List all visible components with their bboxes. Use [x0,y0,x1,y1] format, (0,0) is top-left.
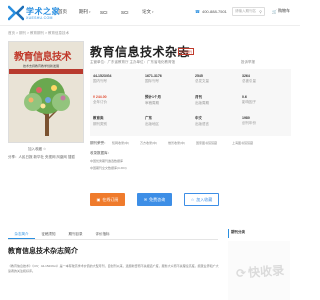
tab-intro[interactable]: 杂志简介 [8,229,35,239]
info-cell: 0.6 影响因子 [242,95,256,104]
info-cell: 2545 总发文量 [195,74,209,83]
watermark: ⟳ 快收录 [235,263,285,281]
logo-subtext: XUESHU.COM [26,16,53,20]
info-cell: 中文 出版语言 [195,116,209,126]
chat-icon: ✉ [143,197,148,202]
content-tabs: 杂志简介 征稿须知 期刊目录 评价指标 [8,229,218,240]
databases-label: 收录数据库： [90,151,111,155]
add-favorite-link[interactable]: 加入收藏 ☆ [28,147,46,152]
report-link[interactable]: 投诉举报 [241,60,255,65]
search-icon[interactable]: ⚲ [259,10,262,14]
cover-band [9,69,83,74]
tab-submission[interactable]: 征稿须知 [35,229,62,239]
nav-item-papers[interactable]: 论文 ▾ [142,9,163,15]
info-cell: 1980 创刊年份 [242,116,256,125]
journal-title: 教育信息技术杂志 [90,45,191,59]
database-item: 中国优秀期刊遴选数据库 [90,159,124,163]
honor-item: 万方收录(中) [140,141,157,145]
info-cell: 1671-3176 国际刊号 [145,74,162,83]
cover-subtitle: 技术支持教育教学创新发展 [23,64,60,68]
intro-text: 《教育信息技术》（CN：44-1523/G4）是一本有较高学术价值的大型月刊，自… [8,264,219,273]
journal-info-grid: 44-1523/G4 国内刊号 1671-3176 国际刊号 2545 总发文量 32… [90,69,291,136]
tab-catalog[interactable]: 期刊目录 [62,229,89,239]
consult-button[interactable]: ✉ 免费咨询 [137,193,172,206]
breadcrumb: 首页 > 期刊 > 教育期刊 > 教育信息技术 [8,31,69,35]
nav-item-journals[interactable]: 期刊 ▾ [79,9,100,15]
cover-tree-image [24,78,70,136]
info-cell: 预计1个月 审稿周期 [145,95,161,105]
search-input[interactable]: 请输入期刊名 ⚲ [232,7,265,16]
nav-item-sci[interactable]: SCI [100,9,121,15]
cart-link[interactable]: 🛒 购物车 [272,8,290,14]
honor-item: 维普收录(中) [168,141,185,145]
star-icon: ☆ [190,197,195,202]
honors-label: 期刊荣誉： [90,141,108,145]
info-cell: 教育类 期刊类别 [93,116,107,126]
cover-title: 教育信息技术 [14,52,72,63]
honor-item: 国家图书馆馆藏 [196,141,218,145]
database-item: 中国期刊全文数据库(CJFD) [90,166,127,170]
subscribe-button[interactable]: ▣ 在线订阅 [90,193,125,206]
info-cell: 44-1523/G4 国内刊号 [93,74,112,83]
honor-item: 知网收录(中) [112,141,129,145]
share-links[interactable]: 分享：人民日报 新华社 央视网 凤凰网 搜狐 [8,155,86,160]
honor-item: 上海图书馆馆藏 [232,141,254,145]
chevron-down-icon: ▾ [89,10,91,14]
nav-item-sci-2[interactable]: SCI [121,9,142,15]
top-header: 学术之家 XUESHU.COM 首页 期刊 ▾ SCI SCI 论文 ▾ ☎ 400… [0,0,300,26]
sidebar-title: 期刊分类 [228,229,290,238]
journal-cover: 教育信息技术 技术支持教育教学创新发展 [8,41,84,143]
cart-icon: ▣ [96,197,101,202]
watermark-logo-icon: ⟳ [235,265,247,281]
cart-icon: 🛒 [272,8,277,14]
tab-metrics[interactable]: 评价指标 [89,229,116,239]
main-nav: 首页 期刊 ▾ SCI SCI 论文 ▾ [58,9,163,15]
nav-item-home[interactable]: 首页 [58,9,79,15]
section-title: 教育信息技术杂志简介 [8,246,78,255]
phone-number: ☎ 400-888-7501 [195,9,227,14]
favorite-button[interactable]: ☆ 加入收藏 [184,193,219,206]
info-cell: 3264 总被引量 [242,74,256,83]
logo-icon[interactable] [8,5,24,21]
journal-meta: 主管单位：广东省教育厅 主办单位：广东省电化教育馆 [90,60,175,64]
journal-level-badge: 部级期刊 [178,48,195,55]
info-cell: 广东 出版地区 [145,116,159,126]
chevron-down-icon: ▾ [152,10,154,14]
info-cell-price: ¥ 244.00 全年订价 [93,95,107,104]
info-cell: 月刊 出版周期 [195,95,209,105]
phone-icon: ☎ [195,9,200,14]
